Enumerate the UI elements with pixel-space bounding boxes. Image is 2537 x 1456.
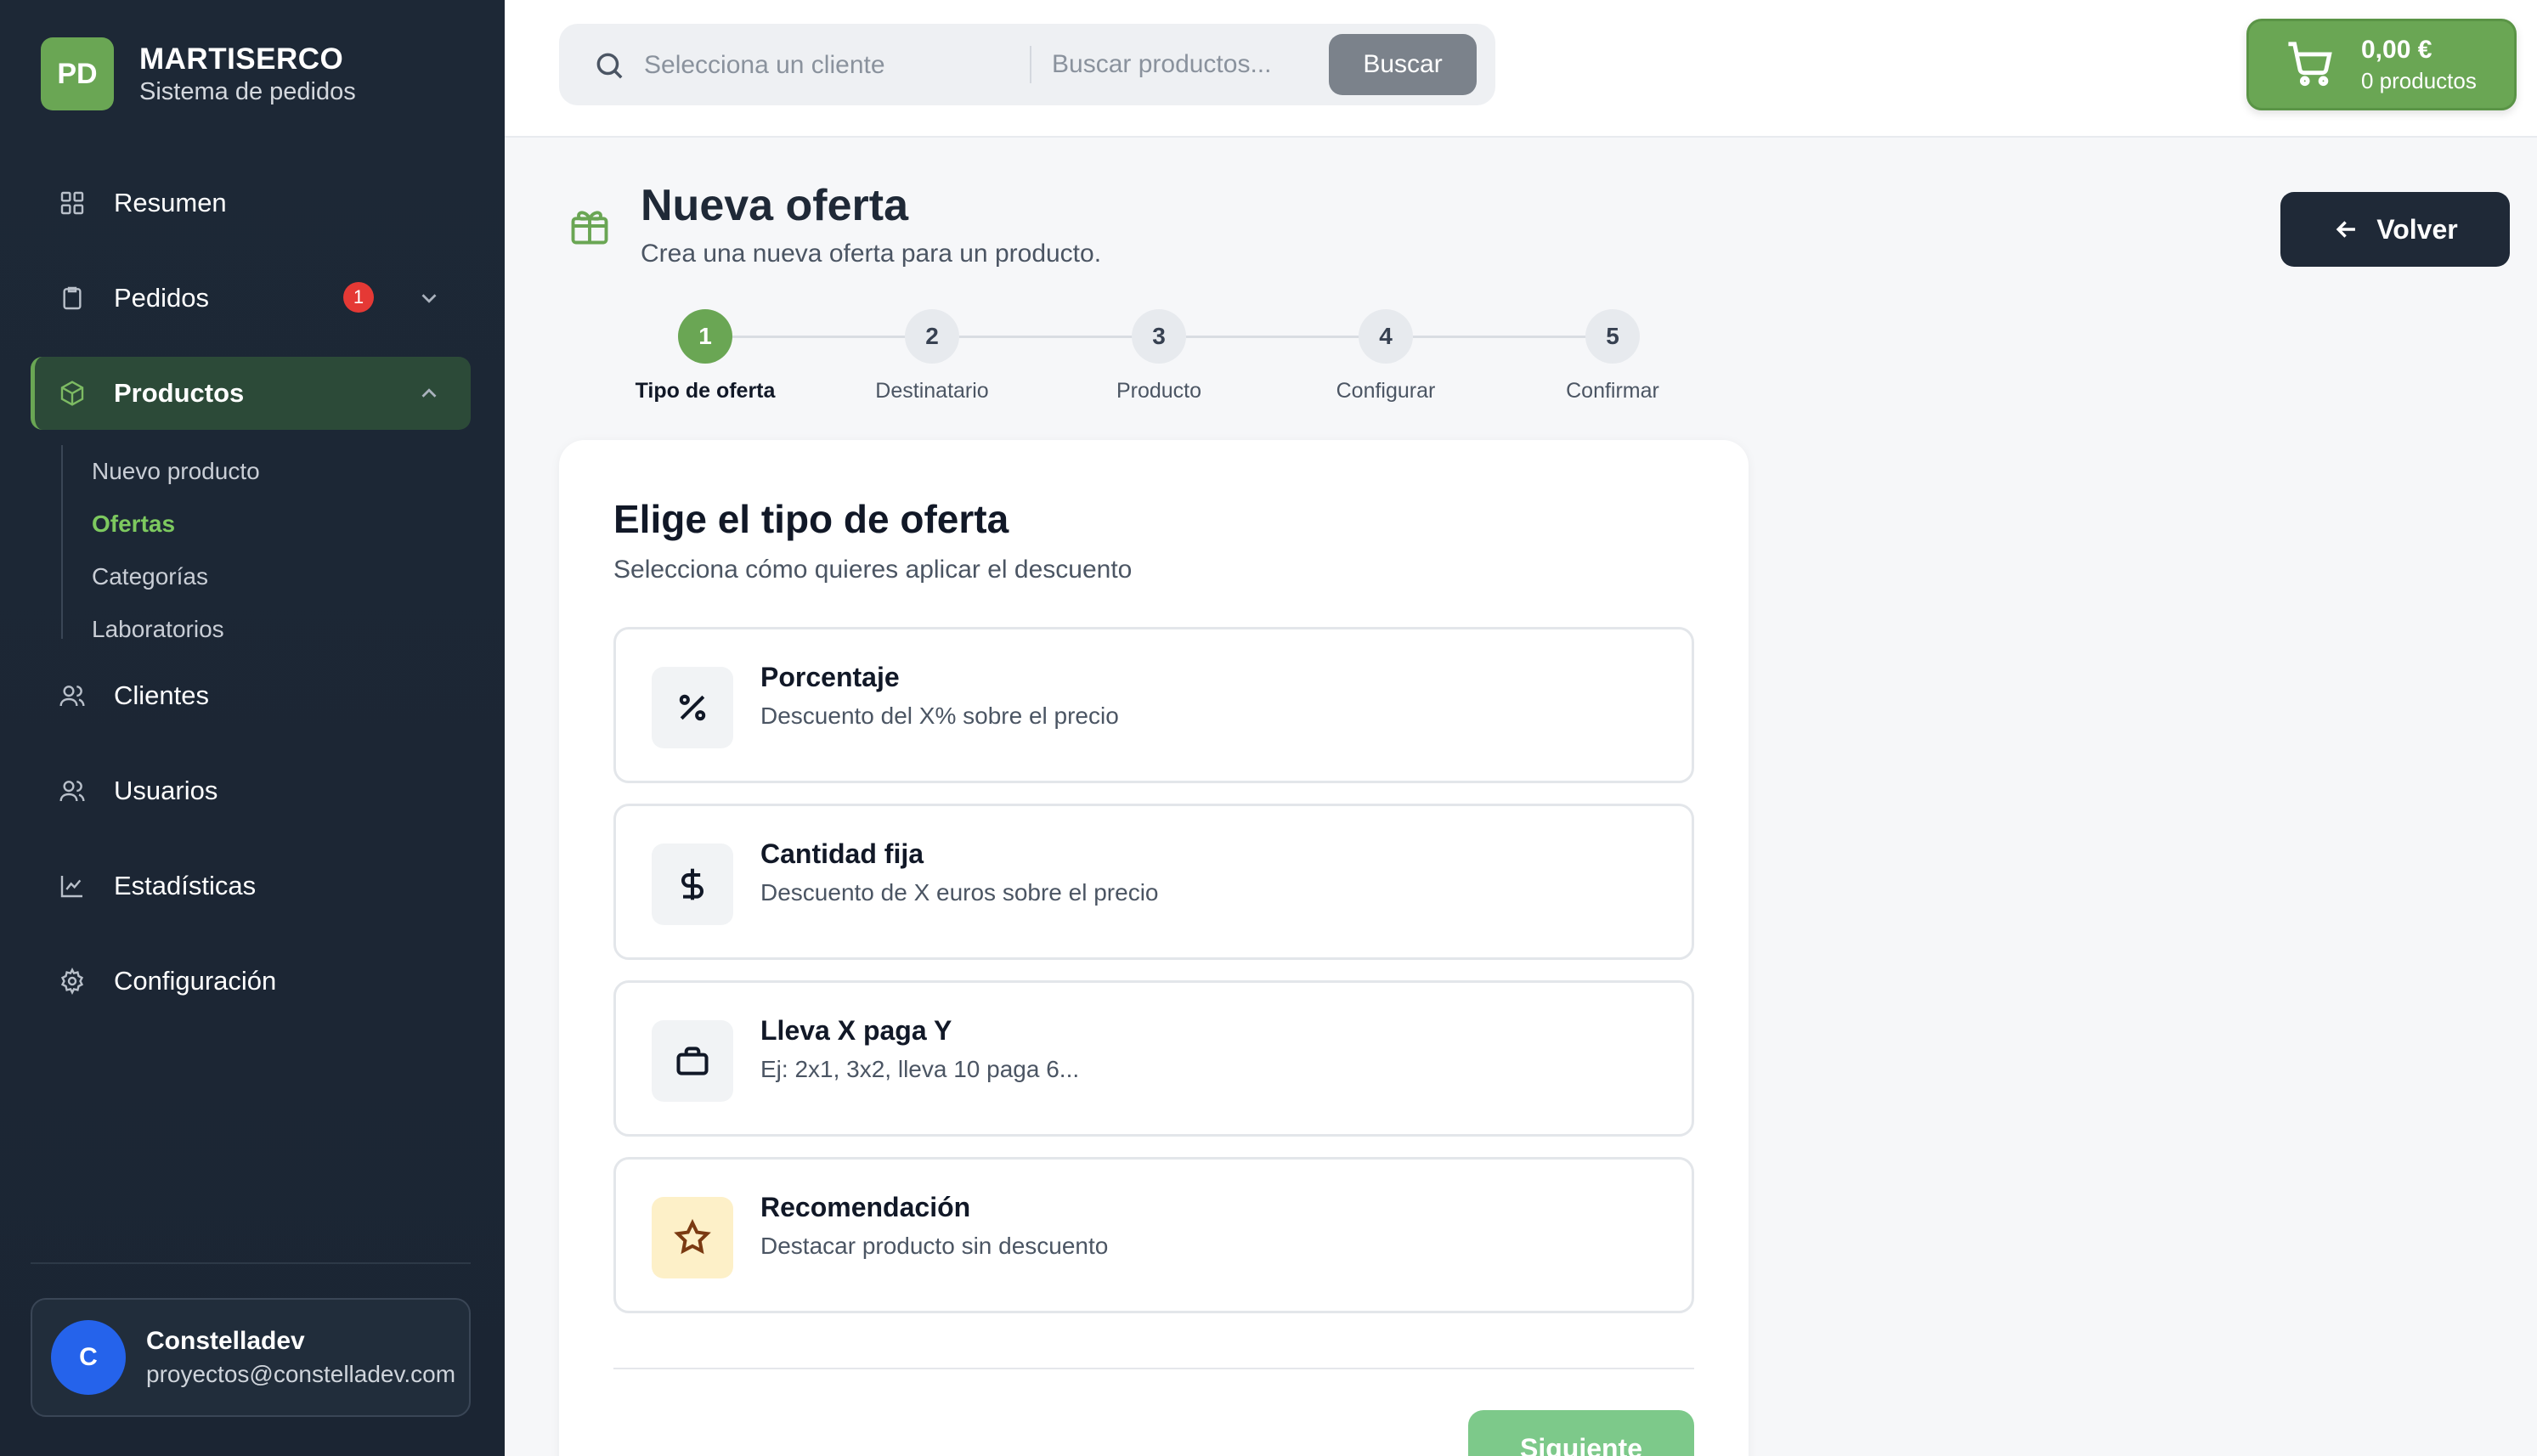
avatar: C [51, 1320, 126, 1395]
step-1: 1 Tipo de oferta [629, 309, 782, 404]
step-number: 4 [1359, 309, 1413, 364]
sidebar-item-label: Pedidos [114, 283, 210, 313]
gear-icon [58, 967, 87, 996]
option-description: Destacar producto sin descuento [760, 1233, 1109, 1259]
brand: PD MARTISERCO Sistema de pedidos [41, 37, 356, 110]
box-icon [58, 379, 87, 408]
sidebar-item-clientes[interactable]: Clientes [31, 659, 471, 732]
sidebar-item-label: Clientes [114, 680, 209, 710]
subnav-item-nuevo-producto[interactable]: Nuevo producto [63, 445, 260, 498]
star-icon [652, 1197, 733, 1278]
step-label: Confirmar [1566, 379, 1659, 403]
search-button[interactable]: Buscar [1329, 34, 1477, 95]
search-icon [593, 49, 625, 82]
sidebar-item-label: Productos [114, 378, 245, 408]
brand-subtitle: Sistema de pedidos [139, 77, 356, 105]
sidebar-item-label: Configuración [114, 966, 277, 996]
page-title: Nueva oferta [641, 181, 908, 230]
dollar-icon [652, 844, 733, 925]
step-label: Destinatario [875, 379, 989, 403]
sidebar-item-label: Usuarios [114, 776, 218, 805]
sidebar-item-estadisticas[interactable]: Estadísticas [31, 849, 471, 923]
step-label: Configurar [1336, 379, 1436, 403]
sidebar-item-usuarios[interactable]: Usuarios [31, 754, 471, 827]
page-subtitle: Crea una nueva oferta para un producto. [641, 240, 1102, 268]
user-email: proyectos@constelladev.com [146, 1361, 456, 1387]
products-subnav: Nuevo producto Ofertas Categorías Labora… [61, 445, 260, 642]
sidebar-item-label: Estadísticas [114, 871, 257, 900]
cart-count: 0 productos [2361, 67, 2477, 93]
user-card[interactable]: C Constelladev proyectos@constelladev.co… [31, 1298, 471, 1417]
option-title: Cantidad fija [760, 838, 924, 869]
option-title: Lleva X paga Y [760, 1015, 952, 1046]
sidebar-item-label: Resumen [114, 188, 227, 217]
step-4: 4 Configurar [1309, 309, 1462, 404]
users-icon [58, 681, 87, 710]
subnav-item-categorias[interactable]: Categorías [63, 550, 260, 603]
option-description: Descuento de X euros sobre el precio [760, 879, 1159, 906]
option-title: Porcentaje [760, 662, 900, 692]
step-2: 2 Destinatario [856, 309, 1009, 404]
search-box: Selecciona un cliente Buscar [559, 24, 1495, 105]
offer-type-card: Elige el tipo de oferta Selecciona cómo … [559, 440, 1749, 1456]
sidebar-divider [31, 1262, 471, 1264]
option-lleva-x-paga-y[interactable]: Lleva X paga Y Ej: 2x1, 3x2, lleva 10 pa… [613, 980, 1694, 1137]
step-number: 2 [905, 309, 959, 364]
brand-name: MARTISERCO [139, 42, 344, 76]
back-button-label: Volver [2376, 213, 2458, 245]
chart-icon [58, 872, 87, 900]
user-name: Constelladev [146, 1327, 305, 1355]
subnav-item-laboratorios[interactable]: Laboratorios [63, 603, 260, 656]
option-description: Descuento del X% sobre el precio [760, 703, 1119, 729]
option-title: Recomendación [760, 1192, 971, 1222]
card-title: Elige el tipo de oferta [613, 497, 1009, 541]
option-cantidad-fija[interactable]: Cantidad fija Descuento de X euros sobre… [613, 804, 1694, 960]
brand-logo: PD [41, 37, 114, 110]
step-label: Tipo de oferta [635, 379, 776, 403]
gift-icon [568, 204, 612, 248]
option-porcentaje[interactable]: Porcentaje Descuento del X% sobre el pre… [613, 627, 1694, 783]
orders-badge: 1 [343, 282, 374, 313]
step-number: 3 [1132, 309, 1186, 364]
cart-button[interactable]: 0,00 € 0 productos [2246, 19, 2517, 110]
clipboard-icon [58, 284, 87, 313]
step-number: 5 [1585, 309, 1640, 364]
sidebar-item-pedidos[interactable]: Pedidos 1 [31, 262, 471, 335]
sidebar-item-resumen[interactable]: Resumen [31, 166, 471, 240]
sidebar-item-configuracion[interactable]: Configuración [31, 945, 471, 1018]
card-divider [613, 1368, 1694, 1369]
bag-icon [652, 1020, 733, 1102]
chevron-up-icon[interactable] [416, 381, 442, 406]
card-subtitle: Selecciona cómo quieres aplicar el descu… [613, 556, 1133, 584]
next-button[interactable]: Siguiente [1468, 1410, 1694, 1456]
client-select[interactable]: Selecciona un cliente [644, 44, 967, 87]
sidebar-item-productos[interactable]: Productos [31, 357, 471, 430]
topbar: Selecciona un cliente Buscar 0,00 € 0 pr… [505, 0, 2537, 138]
subnav-item-ofertas[interactable]: Ofertas [63, 498, 260, 550]
step-label: Producto [1116, 379, 1202, 403]
percent-icon [652, 667, 733, 748]
cart-total: 0,00 € [2361, 35, 2432, 64]
option-description: Ej: 2x1, 3x2, lleva 10 paga 6... [760, 1056, 1080, 1082]
cart-icon [2288, 42, 2332, 87]
arrow-left-icon [2336, 221, 2356, 238]
step-5: 5 Confirmar [1536, 309, 1689, 404]
step-3: 3 Producto [1082, 309, 1235, 404]
stepper: 1 Tipo de oferta 2 Destinatario 3 Produc… [629, 309, 1733, 403]
grid-icon [58, 189, 87, 217]
chevron-down-icon[interactable] [416, 285, 442, 311]
option-recomendacion[interactable]: Recomendación Destacar producto sin desc… [613, 1157, 1694, 1313]
users-icon [58, 776, 87, 805]
search-separator [1030, 46, 1031, 83]
back-button[interactable]: Volver [2280, 192, 2510, 267]
step-number: 1 [678, 309, 732, 364]
sidebar: PD MARTISERCO Sistema de pedidos Resumen… [0, 0, 505, 1456]
